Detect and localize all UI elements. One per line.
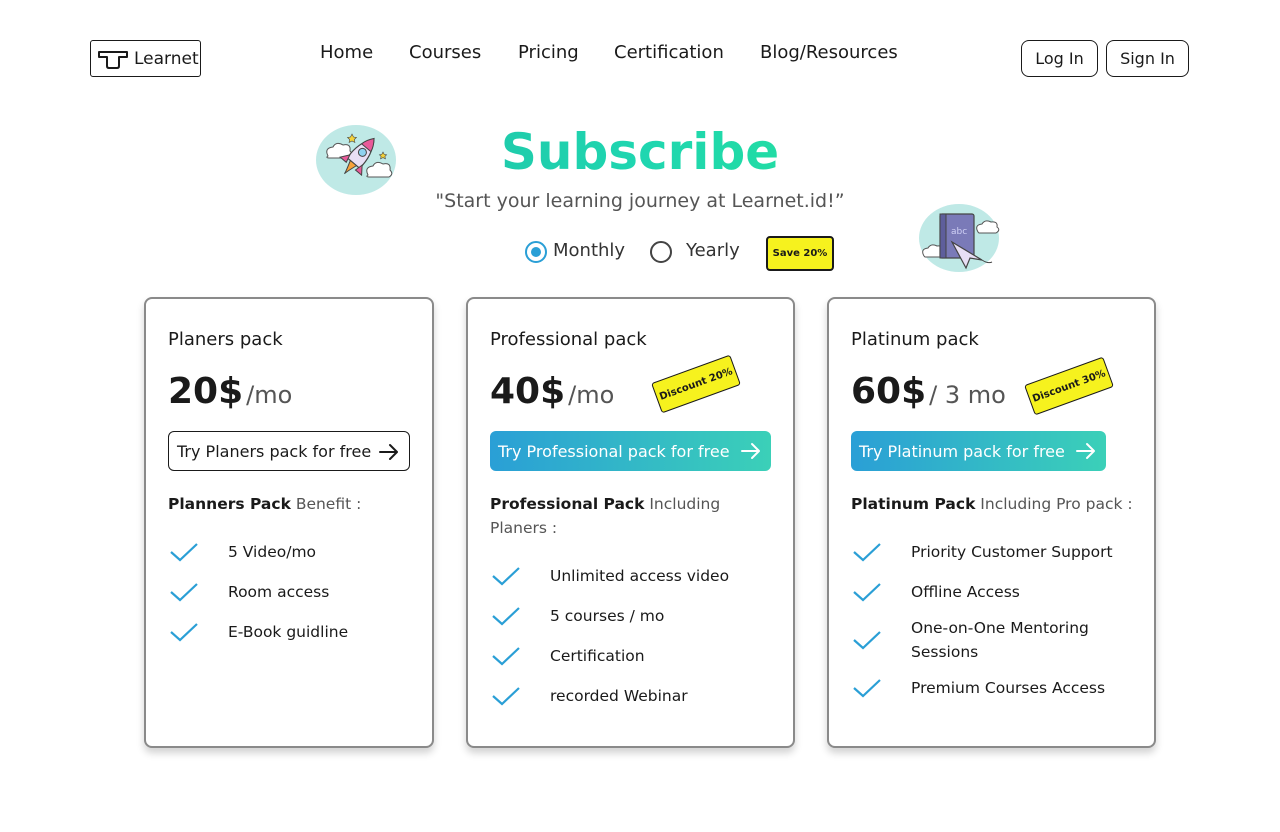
feature-item: 5 courses / mo xyxy=(490,604,664,628)
feature-item: recorded Webinar xyxy=(490,684,688,708)
plan-name: Professional pack xyxy=(490,329,647,350)
check-icon xyxy=(492,567,520,586)
price-unit: /mo xyxy=(568,381,615,409)
nav-courses[interactable]: Courses xyxy=(409,42,481,63)
feature-label: Offline Access xyxy=(911,583,1020,601)
arrow-right-icon xyxy=(1076,443,1095,459)
try-professional-button[interactable]: Try Professional pack for free xyxy=(490,431,771,471)
feature-label: recorded Webinar xyxy=(550,687,688,705)
arrow-right-icon xyxy=(741,443,760,459)
benefit-heading: Platinum Pack Including Pro pack : xyxy=(851,492,1133,516)
plan-price: 40$/mo xyxy=(490,371,614,412)
plan-card-professional: Professional pack 40$/mo Discount 20% Tr… xyxy=(466,297,795,748)
feature-label: Certification xyxy=(550,647,645,665)
benefit-rest: Including Pro pack : xyxy=(975,495,1133,513)
benefit-heading: Professional Pack Including Planers : xyxy=(490,492,770,540)
feature-item: Offline Access xyxy=(851,580,1020,604)
feature-label: E-Book guidline xyxy=(228,623,349,641)
plan-name: Platinum pack xyxy=(851,329,979,350)
feature-item: One-on-One Mentoring Sessions xyxy=(851,616,1121,664)
feature-label: Room access xyxy=(228,583,330,601)
feature-item: 5 Video/mo xyxy=(168,540,316,564)
plan-card-platinum: Platinum pack 60$/ 3 mo Discount 30% Try… xyxy=(827,297,1156,748)
discount-badge: Discount 30% xyxy=(1024,356,1114,416)
plan-card-planers: Planers pack 20$/mo Try Planers pack for… xyxy=(144,297,434,748)
signin-button[interactable]: Sign In xyxy=(1106,40,1189,77)
nav-home[interactable]: Home xyxy=(320,42,373,63)
check-icon xyxy=(853,631,881,650)
feature-label: One-on-One Mentoring Sessions xyxy=(911,619,1089,661)
price-value: 40$ xyxy=(490,371,566,412)
feature-item: Room access xyxy=(168,580,329,604)
save-badge: Save 20% xyxy=(766,236,834,271)
cta-label: Try Planers pack for free xyxy=(177,441,372,461)
plan-price: 60$/ 3 mo xyxy=(851,371,1006,412)
logo[interactable]: Learnet xyxy=(90,40,201,77)
benefit-bold: Planners Pack xyxy=(168,495,291,513)
price-value: 60$ xyxy=(851,371,927,412)
feature-item: Priority Customer Support xyxy=(851,540,1113,564)
feature-item: Certification xyxy=(490,644,645,668)
logo-text: Learnet xyxy=(134,48,199,69)
check-icon xyxy=(853,583,881,602)
login-button[interactable]: Log In xyxy=(1021,40,1098,77)
nav-blog-resources[interactable]: Blog/Resources xyxy=(760,42,898,63)
page-subtitle: "Start your learning journey at Learnet.… xyxy=(435,190,845,212)
logo-icon xyxy=(98,50,128,69)
nav-pricing[interactable]: Pricing xyxy=(518,42,579,63)
check-icon xyxy=(170,583,198,602)
book-illustration: abc xyxy=(919,204,1000,272)
check-icon xyxy=(170,623,198,642)
benefit-rest: Benefit : xyxy=(290,495,362,513)
try-planers-button[interactable]: Try Planers pack for free xyxy=(168,431,410,471)
feature-label: Premium Courses Access xyxy=(911,679,1106,697)
plan-price: 20$/mo xyxy=(168,371,292,412)
check-icon xyxy=(492,687,520,706)
check-icon xyxy=(853,543,881,562)
price-value: 20$ xyxy=(168,371,244,412)
page-title: Subscribe xyxy=(0,122,1280,182)
discount-badge: Discount 20% xyxy=(651,354,741,414)
feature-label: 5 Video/mo xyxy=(228,543,317,561)
check-icon xyxy=(853,679,881,698)
benefit-heading: Planners Pack Benefit : xyxy=(168,492,361,516)
check-icon xyxy=(492,607,520,626)
feature-label: Priority Customer Support xyxy=(911,543,1113,561)
price-unit: / 3 mo xyxy=(929,381,1006,409)
arrow-right-icon xyxy=(379,444,398,460)
cta-label: Try Professional pack for free xyxy=(498,441,730,461)
feature-label: Unlimited access video xyxy=(550,567,730,585)
price-unit: /mo xyxy=(246,381,293,409)
cta-label: Try Platinum pack for free xyxy=(859,441,1065,461)
check-icon xyxy=(170,543,198,562)
feature-label: 5 courses / mo xyxy=(550,607,665,625)
feature-item: Premium Courses Access xyxy=(851,676,1105,700)
svg-text:abc: abc xyxy=(951,227,967,237)
check-icon xyxy=(492,647,520,666)
monthly-label[interactable]: Monthly xyxy=(553,240,625,261)
plan-name: Planers pack xyxy=(168,329,283,350)
monthly-radio[interactable] xyxy=(525,241,547,263)
nav-certification[interactable]: Certification xyxy=(614,42,724,63)
try-platinum-button[interactable]: Try Platinum pack for free xyxy=(851,431,1106,471)
yearly-label[interactable]: Yearly xyxy=(686,240,740,261)
feature-item: Unlimited access video xyxy=(490,564,729,588)
benefit-bold: Professional Pack xyxy=(490,495,645,513)
benefit-bold: Platinum Pack xyxy=(851,495,976,513)
feature-item: E-Book guidline xyxy=(168,620,348,644)
yearly-radio[interactable] xyxy=(650,241,672,263)
